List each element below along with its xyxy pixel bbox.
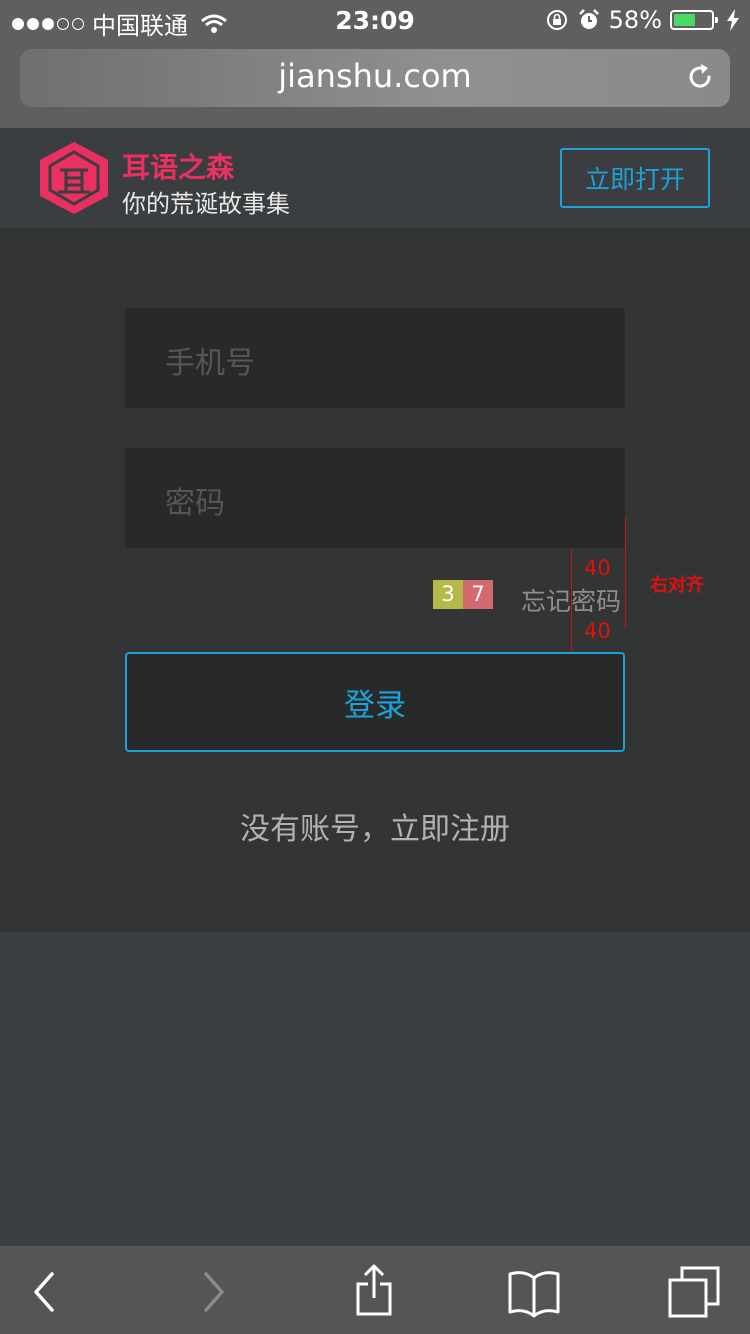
login-button[interactable]: 登录 — [125, 652, 625, 752]
reload-icon[interactable] — [684, 61, 716, 93]
battery-icon — [670, 10, 718, 30]
battery-percent: 58% — [608, 6, 662, 34]
app-banner: 耳语之森 你的荒诞故事集 立即打开 — [0, 128, 750, 228]
annotation-gap-bottom: 40 — [584, 619, 611, 643]
bookmarks-icon[interactable] — [506, 1264, 562, 1320]
login-panel: 手机号 密码 3 7 忘记密码 40 40 右对齐 登录 没有账号，立即注册 — [0, 228, 750, 932]
register-link[interactable]: 没有账号，立即注册 — [0, 804, 750, 848]
annotation-gap-top: 40 — [584, 556, 611, 580]
phone-input[interactable]: 手机号 — [125, 308, 625, 408]
annotation-badge-b: 7 — [463, 580, 493, 609]
password-input[interactable]: 密码 — [125, 448, 625, 548]
open-app-button[interactable]: 立即打开 — [560, 148, 710, 208]
login-button-label: 登录 — [344, 687, 406, 724]
annotation-line-align — [625, 518, 626, 628]
browser-chrome: jianshu.com — [0, 40, 750, 128]
app-tagline: 你的荒诞故事集 — [122, 190, 290, 218]
battery-level — [674, 14, 695, 26]
hexagon-logo-icon — [40, 142, 108, 214]
forward-icon[interactable] — [184, 1264, 240, 1320]
url-text[interactable]: jianshu.com — [20, 57, 730, 95]
password-placeholder: 密码 — [165, 486, 225, 521]
phone-placeholder: 手机号 — [165, 346, 255, 381]
app-name: 耳语之森 — [122, 151, 235, 184]
annotation-line-spacing — [571, 548, 572, 652]
status-right: 58% — [545, 6, 740, 34]
share-icon[interactable] — [346, 1264, 402, 1320]
annotation-align-note: 右对齐 — [650, 575, 704, 596]
back-icon[interactable] — [18, 1264, 74, 1320]
charging-icon — [727, 9, 739, 31]
rotation-lock-icon — [546, 10, 567, 30]
alarm-icon — [578, 9, 599, 29]
annotation-badge-a: 3 — [433, 580, 463, 609]
browser-toolbar — [0, 1246, 750, 1334]
address-bar[interactable]: jianshu.com — [20, 49, 730, 107]
tabs-icon[interactable] — [666, 1264, 722, 1320]
status-bar: 中国联通 23:09 58% — [0, 0, 750, 40]
